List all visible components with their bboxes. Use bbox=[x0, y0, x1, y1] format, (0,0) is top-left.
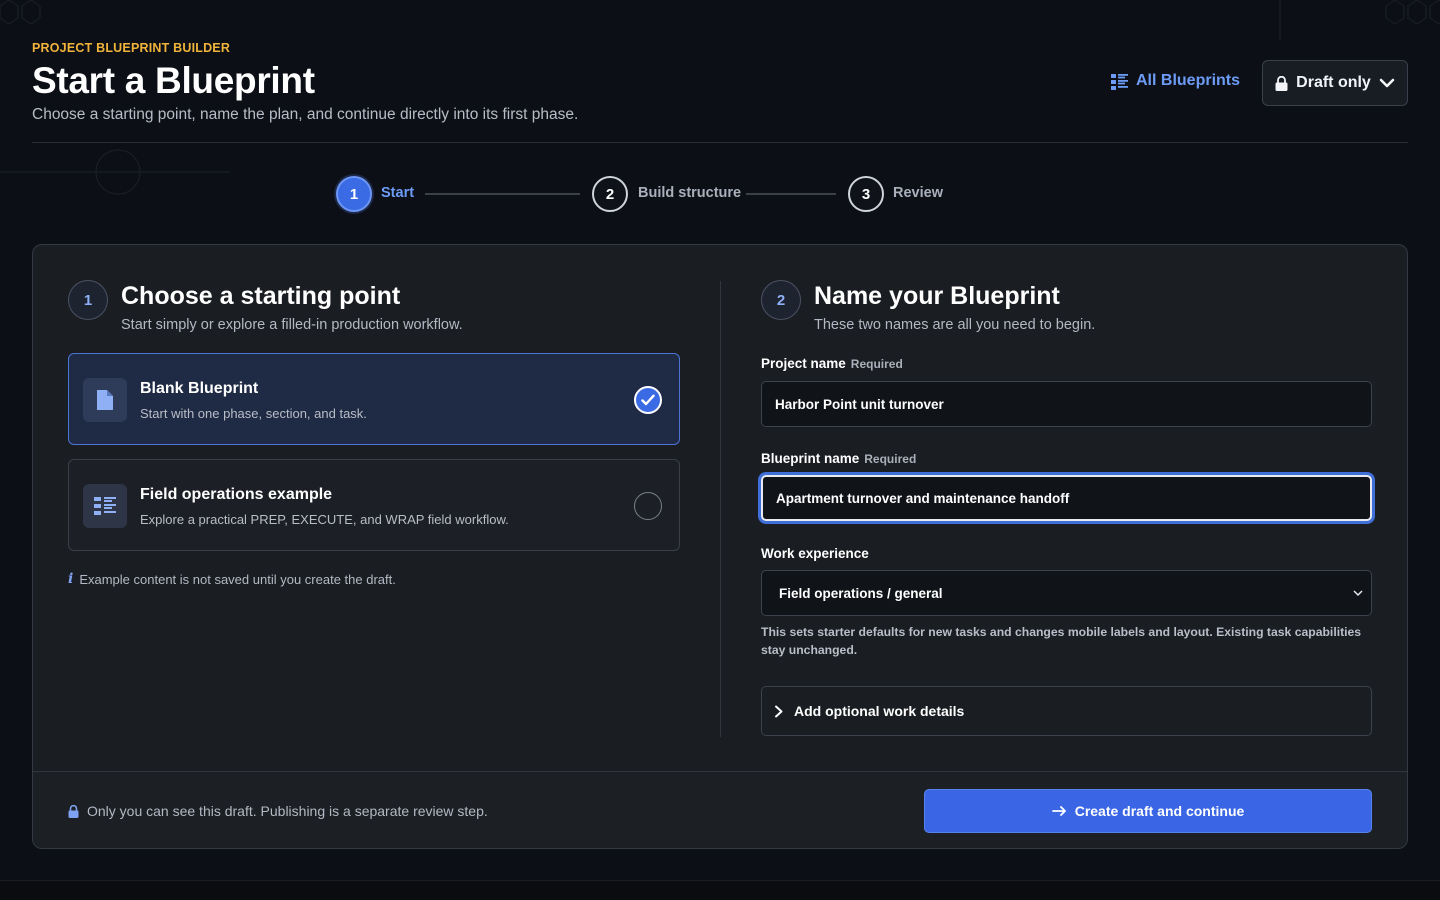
work-experience-select[interactable]: Field operations / general bbox=[761, 570, 1372, 616]
info-icon: i bbox=[68, 571, 74, 587]
create-draft-label: Create draft and continue bbox=[1074, 803, 1245, 819]
option-title: Blank Blueprint bbox=[140, 380, 259, 397]
column-divider bbox=[720, 281, 721, 737]
project-name-input[interactable]: Harbor Point unit turnover bbox=[761, 381, 1372, 427]
card-footer: Only you can see this draft. Publishing … bbox=[33, 771, 1407, 848]
section-number-badge: 1 bbox=[68, 280, 108, 320]
page-subtitle: Choose a starting point, name the plan, … bbox=[32, 106, 579, 123]
unselected-radio[interactable] bbox=[634, 492, 662, 520]
all-blueprints-link[interactable]: All Blueprints bbox=[1111, 72, 1240, 90]
option-description: Start with one phase, section, and task. bbox=[140, 406, 367, 421]
privacy-note-text: Only you can see this draft. Publishing … bbox=[87, 803, 488, 819]
chevron-down-icon bbox=[1353, 589, 1363, 596]
step-3-circle[interactable]: 3 bbox=[848, 176, 884, 212]
optional-work-details-toggle[interactable]: Add optional work details bbox=[761, 686, 1372, 736]
name-blueprint-title: Name your Blueprint bbox=[814, 282, 1060, 310]
info-note-text: Example content is not saved until you c… bbox=[79, 571, 396, 587]
step-1-label[interactable]: Start bbox=[381, 185, 414, 201]
option-field-operations-example[interactable]: Field operations example Explore a pract… bbox=[68, 459, 680, 551]
bottom-strip bbox=[0, 880, 1440, 900]
step-connector bbox=[746, 193, 836, 195]
step-2-circle[interactable]: 2 bbox=[592, 176, 628, 212]
lock-icon bbox=[1275, 75, 1288, 91]
draft-visibility-dropdown[interactable]: Draft only bbox=[1262, 60, 1408, 106]
all-blueprints-label: All Blueprints bbox=[1136, 72, 1241, 89]
list-icon bbox=[1111, 73, 1128, 90]
work-experience-label: Work experience bbox=[761, 546, 869, 561]
section-number-badge: 2 bbox=[761, 280, 801, 320]
optional-work-details-label: Add optional work details bbox=[794, 703, 965, 719]
project-name-label-text: Project name bbox=[761, 356, 846, 371]
blueprint-name-label-text: Blueprint name bbox=[761, 451, 860, 466]
blueprint-name-label: Blueprint name Required bbox=[761, 451, 916, 466]
header-divider bbox=[32, 142, 1408, 143]
blueprint-name-input[interactable]: Apartment turnover and maintenance hando… bbox=[761, 475, 1372, 521]
selected-check-icon bbox=[634, 386, 662, 414]
step-2-label[interactable]: Build structure bbox=[638, 185, 741, 201]
lock-icon bbox=[68, 804, 79, 818]
step-1-circle[interactable]: 1 bbox=[336, 176, 372, 212]
arrow-right-icon bbox=[1051, 806, 1066, 816]
option-blank-blueprint[interactable]: Blank Blueprint Start with one phase, se… bbox=[68, 353, 680, 445]
required-tag: Required bbox=[864, 452, 917, 466]
work-experience-help: This sets starter defaults for new tasks… bbox=[761, 625, 1362, 657]
starting-point-subtitle: Start simply or explore a filled-in prod… bbox=[121, 317, 463, 333]
page-eyebrow: PROJECT BLUEPRINT BUILDER bbox=[32, 41, 231, 55]
chevron-down-icon bbox=[1379, 78, 1395, 88]
progress-stepper: 1 Start 2 Build structure 3 Review bbox=[32, 176, 1408, 212]
option-title: Field operations example bbox=[140, 486, 333, 503]
option-description: Explore a practical PREP, EXECUTE, and W… bbox=[140, 512, 509, 527]
blueprint-setup-card: 1 Choose a starting point Start simply o… bbox=[32, 244, 1408, 849]
required-tag: Required bbox=[850, 357, 903, 371]
page-title: Start a Blueprint bbox=[32, 60, 315, 101]
starting-point-title: Choose a starting point bbox=[121, 282, 401, 310]
document-icon bbox=[83, 378, 127, 422]
create-draft-button[interactable]: Create draft and continue bbox=[924, 789, 1372, 833]
chevron-right-icon bbox=[775, 705, 783, 717]
step-3-label[interactable]: Review bbox=[893, 185, 943, 201]
work-experience-value: Field operations / general bbox=[779, 585, 943, 601]
project-name-label: Project name Required bbox=[761, 356, 903, 371]
page: PROJECT BLUEPRINT BUILDER Start a Bluepr… bbox=[32, 0, 1408, 900]
example-info-note: i Example content is not saved until you… bbox=[68, 571, 396, 587]
privacy-note: Only you can see this draft. Publishing … bbox=[68, 803, 488, 819]
step-connector bbox=[425, 193, 580, 195]
draft-visibility-label: Draft only bbox=[1296, 74, 1371, 91]
list-details-icon bbox=[83, 484, 127, 528]
name-blueprint-subtitle: These two names are all you need to begi… bbox=[814, 317, 1096, 333]
